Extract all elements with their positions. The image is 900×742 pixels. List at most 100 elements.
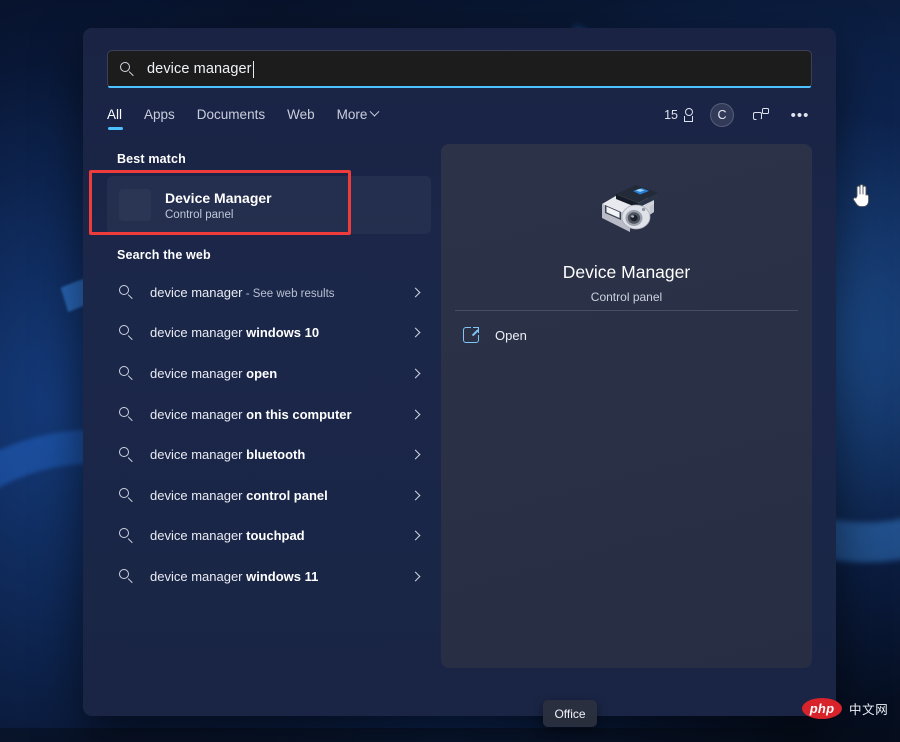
avatar[interactable]: C: [710, 103, 734, 127]
web-result-label: device manager bluetooth: [150, 447, 305, 462]
results-column: Best match Device Manager Control panel …: [83, 136, 433, 716]
tab-documents-label: Documents: [196, 107, 266, 122]
hand-pointer-cursor: [851, 182, 871, 208]
web-result-label: device manager windows 10: [150, 325, 319, 340]
filter-tabs-row: All Apps Documents Web More 15 C •••: [83, 88, 836, 136]
taskbar-tooltip-label: Office: [554, 706, 586, 721]
preview-subtitle: Control panel: [590, 290, 663, 304]
best-match-heading: Best match: [117, 152, 186, 166]
rewards-ribbon-icon: [682, 107, 695, 123]
taskbar[interactable]: [0, 728, 900, 742]
chevron-right-icon: [410, 368, 421, 379]
open-action-label: Open: [495, 327, 527, 343]
web-result-suggestion: touchpad: [246, 528, 305, 544]
web-result-suggestion: windows 10: [246, 325, 320, 341]
web-result-row[interactable]: device manager bluetooth: [107, 434, 431, 475]
web-result-row[interactable]: device manager windows 11: [107, 556, 431, 597]
web-result-label: device manager on this computer: [150, 407, 352, 422]
best-match-title: Device Manager: [165, 189, 272, 206]
more-options-icon: •••: [790, 106, 810, 124]
web-result-query: device manager: [150, 528, 247, 544]
tab-more[interactable]: More: [336, 106, 380, 131]
best-match-text: Device Manager Control panel: [165, 190, 272, 221]
tab-apps[interactable]: Apps: [144, 107, 175, 131]
panel-body: Best match Device Manager Control panel …: [83, 136, 836, 716]
tab-all[interactable]: All: [107, 107, 124, 131]
web-result-row[interactable]: device manager control panel: [107, 475, 431, 516]
search-icon: [119, 528, 134, 543]
web-result-suggestion: control panel: [246, 487, 328, 503]
search-icon: [119, 325, 134, 340]
best-match-wrapper: Device Manager Control panel: [89, 170, 433, 235]
watermark-badge: php: [802, 698, 842, 719]
best-match-subtitle: Control panel: [165, 208, 234, 221]
tab-all-label: All: [107, 107, 123, 122]
feedback-button[interactable]: [749, 103, 773, 127]
web-result-label: device manager windows 11: [150, 569, 318, 584]
web-result-suggestion: bluetooth: [246, 447, 306, 463]
header-tray: 15 C •••: [664, 103, 812, 135]
search-icon: [119, 447, 134, 462]
web-result-query: device manager: [150, 325, 247, 341]
web-result-query: device manager: [150, 487, 247, 503]
rewards-count: 15: [664, 108, 678, 122]
search-web-heading: Search the web: [117, 248, 211, 262]
web-result-query: device manager: [150, 568, 247, 584]
search-icon: [120, 61, 135, 77]
web-result-hint: - See web results: [242, 287, 335, 300]
chevron-right-icon: [410, 530, 421, 541]
avatar-letter: C: [717, 108, 727, 122]
chevron-down-icon: [369, 106, 380, 117]
search-icon: [119, 365, 134, 381]
text-caret: [252, 60, 254, 78]
chevron-right-icon: [410, 490, 421, 501]
tab-web-label: Web: [287, 107, 315, 122]
search-icon: [119, 284, 134, 300]
web-result-label: device manager touchpad: [150, 528, 305, 543]
tab-more-label: More: [336, 107, 368, 122]
filter-tabs: All Apps Documents Web More: [107, 106, 380, 131]
device-manager-icon: [119, 189, 151, 221]
web-result-label: device manager open: [150, 366, 277, 381]
feedback-icon: [753, 108, 769, 122]
search-input[interactable]: device manager: [107, 50, 812, 88]
chevron-right-icon: [410, 449, 421, 460]
more-options-button[interactable]: •••: [788, 103, 812, 127]
tab-documents[interactable]: Documents: [197, 107, 265, 131]
watermark-badge-text: php: [809, 701, 835, 716]
search-icon: [119, 487, 134, 503]
search-icon: [119, 568, 134, 584]
best-match-result[interactable]: Device Manager Control panel: [107, 176, 431, 234]
web-result-query: device manager: [150, 284, 243, 300]
search-row: device manager: [83, 28, 836, 88]
web-result-query: device manager: [150, 447, 247, 463]
windows-search-panel: device manager All Apps Documents Web Mo…: [83, 28, 836, 716]
web-result-row[interactable]: device manager open: [107, 353, 431, 394]
web-result-suggestion: windows 11: [246, 568, 319, 584]
web-result-suggestion: on this computer: [246, 406, 352, 422]
web-result-label: device manager - See web results: [150, 285, 335, 300]
web-result-row[interactable]: device manager touchpad: [107, 516, 431, 557]
web-result-row[interactable]: device manager - See web results: [107, 272, 431, 313]
tab-apps-label: Apps: [144, 107, 175, 122]
web-result-row[interactable]: device manager on this computer: [107, 394, 431, 435]
taskbar-tooltip-office[interactable]: Office: [543, 700, 597, 727]
tab-web[interactable]: Web: [287, 107, 315, 131]
search-input-value: device manager: [147, 61, 252, 77]
web-result-label: device manager control panel: [150, 488, 328, 503]
rewards-indicator[interactable]: 15: [664, 107, 695, 123]
web-result-query: device manager: [150, 365, 247, 381]
web-result-row[interactable]: device manager windows 10: [107, 313, 431, 354]
preview-header: Device Manager Control panel: [441, 144, 812, 304]
search-icon: [119, 406, 134, 422]
chevron-right-icon: [410, 409, 421, 420]
web-result-suggestion: open: [246, 365, 278, 381]
chevron-right-icon: [410, 327, 421, 338]
chevron-right-icon: [410, 571, 421, 582]
web-result-query: device manager: [150, 406, 247, 422]
watermark-text: 中文网: [849, 703, 889, 717]
open-action[interactable]: Open: [463, 327, 527, 343]
watermark: php 中文网: [802, 698, 888, 719]
open-external-icon: [463, 327, 479, 343]
preview-divider: [455, 310, 798, 311]
